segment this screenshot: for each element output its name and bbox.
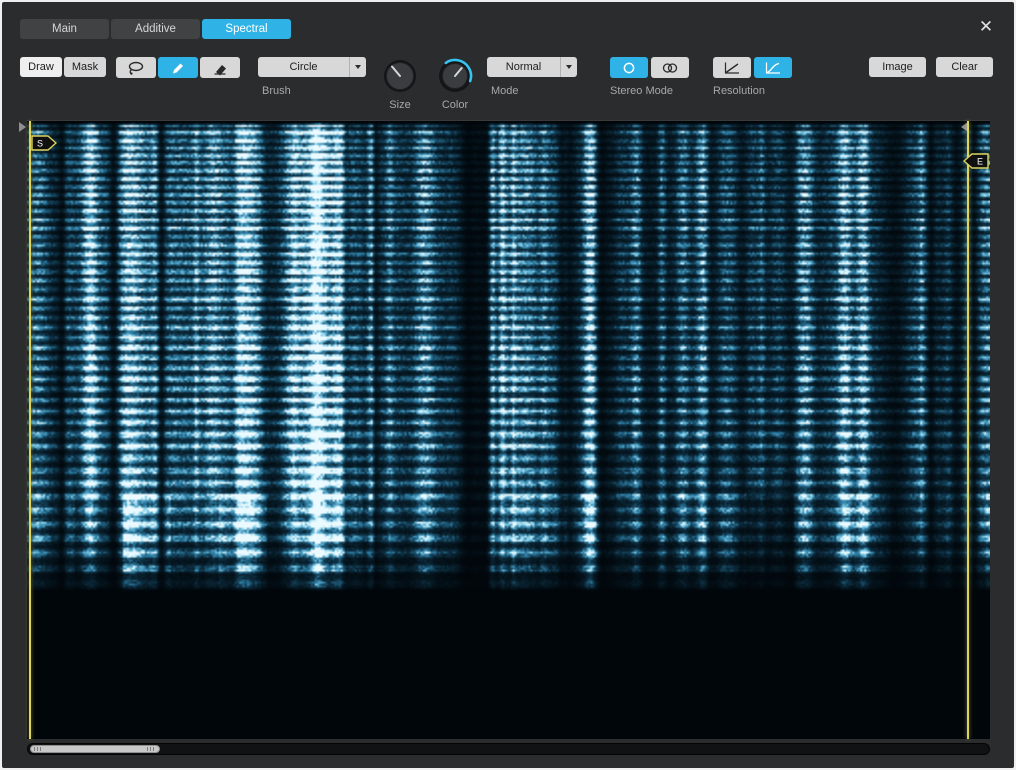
scrollbar-thumb[interactable] (30, 745, 160, 753)
eraser-tool-button[interactable] (200, 57, 240, 78)
tab-bar: Main Additive Spectral (20, 19, 291, 39)
mono-circle-icon (619, 60, 639, 76)
brush-label: Brush (262, 85, 291, 97)
draw-button[interactable]: Draw (20, 57, 62, 77)
tab-main[interactable]: Main (20, 19, 109, 39)
color-label: Color (437, 99, 473, 111)
log-resolution-icon (763, 60, 783, 76)
stereo-circles-icon (660, 60, 680, 76)
clear-button[interactable]: Clear (936, 57, 993, 77)
spectrogram-display: S E (27, 120, 990, 739)
image-button[interactable]: Image (869, 57, 926, 77)
stereo-dual-button[interactable] (651, 57, 689, 78)
size-knob[interactable] (382, 58, 418, 94)
resolution-log-button[interactable] (754, 57, 792, 78)
mode-select[interactable]: Normal (487, 57, 577, 77)
spectral-editor-window: Main Additive Spectral ✕ Draw Mask Circl… (2, 2, 1014, 768)
horizontal-scrollbar[interactable] (27, 743, 990, 755)
end-marker-flag[interactable]: E (963, 153, 989, 169)
mode-chevron-box (560, 57, 577, 77)
linear-resolution-icon (722, 60, 742, 76)
stereo-mono-button[interactable] (610, 57, 648, 78)
chevron-down-icon (355, 65, 361, 69)
stereo-mode-label: Stereo Mode (610, 85, 673, 97)
tab-additive[interactable]: Additive (111, 19, 200, 39)
end-marker-text: E (977, 157, 983, 167)
mode-label: Mode (491, 85, 519, 97)
brush-shape-value: Circle (258, 57, 349, 77)
size-label: Size (382, 99, 418, 111)
brush-shape-chevron-box (349, 57, 366, 77)
pencil-tool-button[interactable] (158, 57, 198, 78)
lasso-tool-button[interactable] (116, 57, 156, 78)
start-marker-line (29, 121, 31, 739)
resolution-linear-button[interactable] (713, 57, 751, 78)
spectrogram-canvas[interactable] (27, 121, 990, 739)
loop-start-triangle[interactable] (19, 122, 26, 132)
mode-value: Normal (487, 57, 560, 77)
scrollbar-grip-right[interactable] (147, 747, 156, 751)
end-marker-line (967, 121, 969, 739)
tab-spectral[interactable]: Spectral (202, 19, 291, 39)
scrollbar-grip-left[interactable] (34, 747, 43, 751)
eraser-icon (211, 60, 229, 76)
start-marker-flag[interactable]: S (31, 135, 57, 151)
mask-button[interactable]: Mask (64, 57, 106, 77)
resolution-label: Resolution (713, 85, 765, 97)
close-icon[interactable]: ✕ (976, 17, 996, 37)
brush-shape-select[interactable]: Circle (258, 57, 366, 77)
lasso-icon (127, 60, 145, 76)
color-knob[interactable] (437, 58, 473, 94)
start-marker-text: S (37, 139, 43, 149)
pencil-icon (169, 60, 187, 76)
chevron-down-icon (566, 65, 572, 69)
